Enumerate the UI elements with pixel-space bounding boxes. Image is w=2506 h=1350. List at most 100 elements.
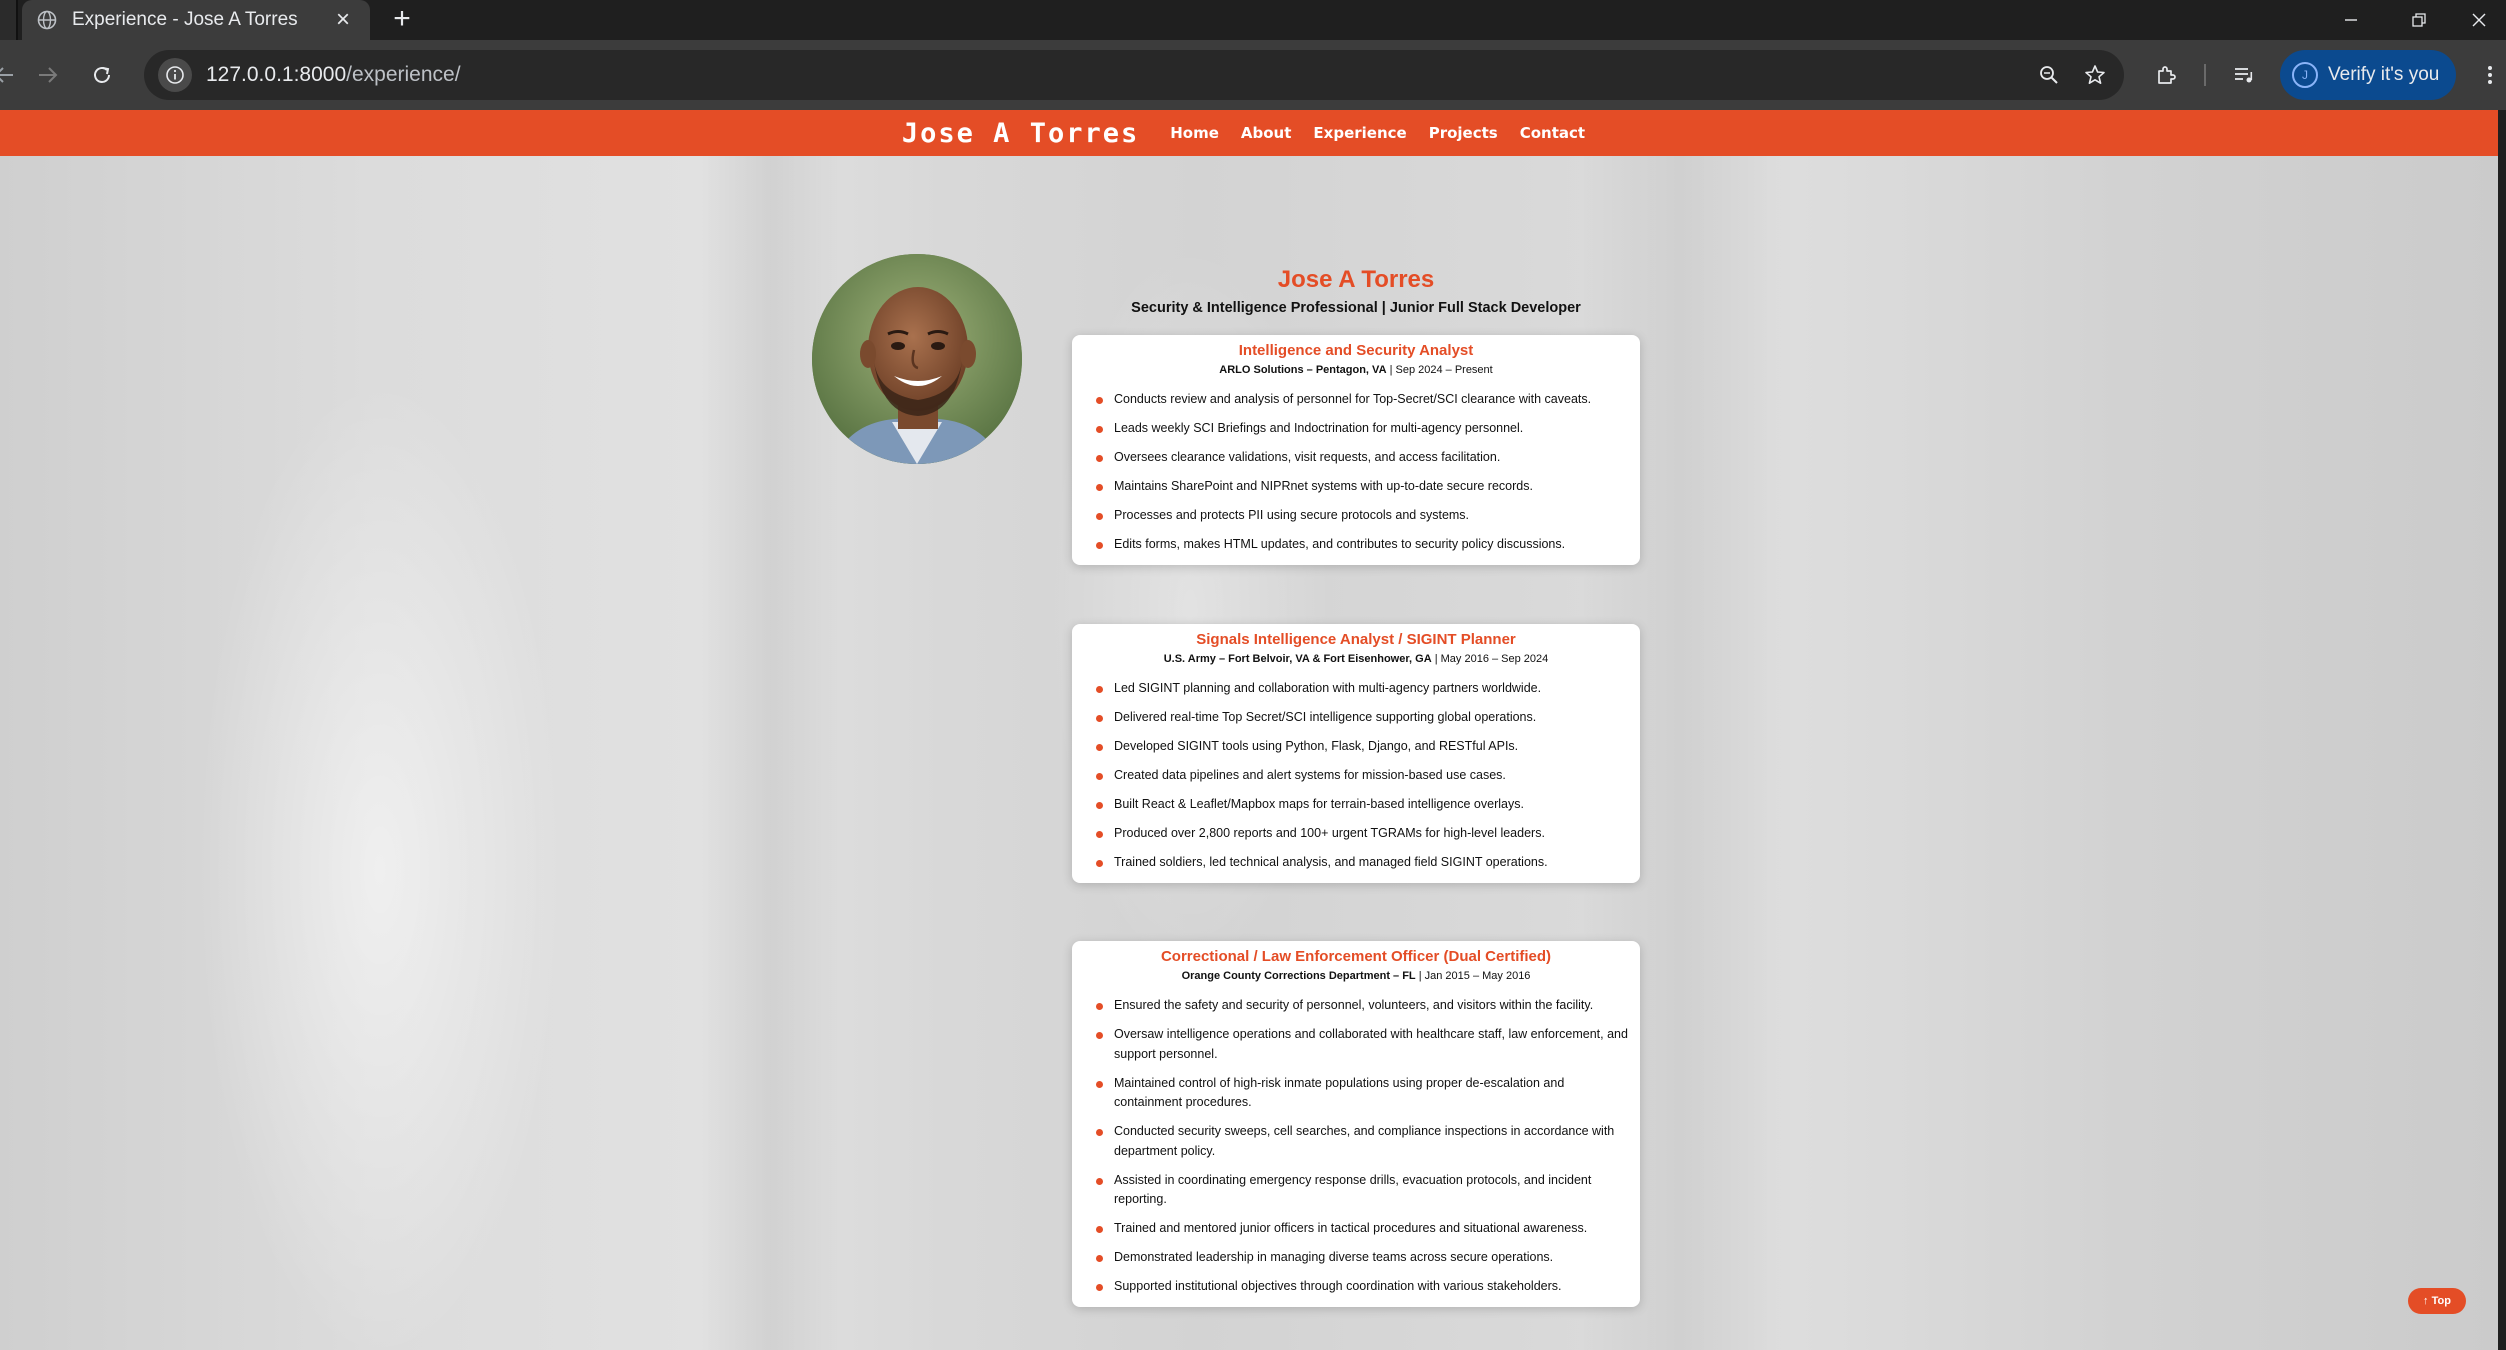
new-tab-icon[interactable]: + (386, 4, 418, 36)
close-tab-icon[interactable]: × (330, 6, 356, 34)
job-duty-text: Built React & Leaflet/Mapbox maps for te… (1114, 797, 1524, 811)
job-duty: Maintains SharePoint and NIPRnet systems… (1080, 477, 1632, 497)
url-text[interactable]: 127.0.0.1:8000/experience/ (206, 63, 2032, 87)
nav-link-home[interactable]: Home (1170, 124, 1219, 142)
back-to-top-button[interactable]: ↑ Top (2408, 1288, 2466, 1314)
site-brand[interactable]: Jose A Torres (902, 118, 1139, 149)
bullet-dot-icon (1096, 1284, 1103, 1291)
job-duty-text: Led SIGINT planning and collaboration wi… (1114, 681, 1542, 695)
close-window-icon[interactable] (2446, 0, 2506, 40)
active-tab[interactable]: Experience - Jose A Torres × (22, 0, 370, 40)
tab-title: Experience - Jose A Torres (72, 9, 298, 30)
job-duty: Ensured the safety and security of perso… (1080, 996, 1632, 1016)
job-duty-text: Conducted security sweeps, cell searches… (1114, 1124, 1615, 1158)
experience-card: Intelligence and Security Analyst ARLO S… (1072, 335, 1640, 565)
minimize-icon[interactable] (2318, 0, 2384, 40)
job-duty-text: Demonstrated leadership in managing dive… (1114, 1250, 1554, 1264)
bullet-dot-icon (1096, 426, 1103, 433)
job-duty-text: Ensured the safety and security of perso… (1114, 998, 1594, 1012)
bookmark-star-icon[interactable] (2078, 58, 2112, 92)
bullet-dot-icon (1096, 1032, 1103, 1039)
job-duty: Conducts review and analysis of personne… (1080, 390, 1632, 410)
job-duty-text: Developed SIGINT tools using Python, Fla… (1114, 739, 1519, 753)
job-duty-text: Trained soldiers, led technical analysis… (1114, 855, 1548, 869)
bullet-dot-icon (1096, 744, 1103, 751)
job-duty: Created data pipelines and alert systems… (1080, 766, 1632, 786)
bullet-dot-icon (1096, 484, 1103, 491)
bullet-dot-icon (1096, 397, 1103, 404)
job-dates: | Jan 2015 – May 2016 (1415, 970, 1531, 982)
job-duty-text: Edits forms, makes HTML updates, and con… (1114, 537, 1566, 551)
job-duty-text: Created data pipelines and alert systems… (1114, 768, 1506, 782)
address-bar[interactable]: 127.0.0.1:8000/experience/ (144, 50, 2124, 100)
more-menu-icon[interactable] (2478, 57, 2502, 93)
toolbar-divider (2204, 64, 2206, 86)
background-shadow (700, 110, 840, 1350)
media-queue-icon[interactable] (2226, 57, 2262, 93)
browser-toolbar: 127.0.0.1:8000/experience/ J Verify it's… (0, 40, 2506, 110)
profile-name: Jose A Torres (1277, 266, 1435, 293)
job-duty: Produced over 2,800 reports and 100+ urg… (1080, 824, 1632, 844)
job-duty-text: Leads weekly SCI Briefings and Indoctrin… (1114, 421, 1524, 435)
extensions-puzzle-icon[interactable] (2148, 57, 2184, 93)
bullet-dot-icon (1096, 1129, 1103, 1136)
job-duty-text: Supported institutional objectives throu… (1114, 1279, 1562, 1293)
job-duty: Edits forms, makes HTML updates, and con… (1080, 535, 1632, 555)
job-duty: Oversees clearance validations, visit re… (1080, 448, 1632, 468)
job-duties-list: Conducts review and analysis of personne… (1080, 390, 1632, 555)
job-dates: | Sep 2024 – Present (1386, 364, 1493, 376)
site-info-icon[interactable] (158, 58, 192, 92)
bullet-dot-icon (1096, 1255, 1103, 1262)
forward-arrow-icon[interactable] (30, 57, 66, 93)
job-organization: ARLO Solutions – Pentagon, VA (1219, 364, 1387, 376)
profile-verify-button[interactable]: J Verify it's you (2280, 50, 2456, 100)
nav-link-about[interactable]: About (1241, 124, 1292, 142)
job-duty: Oversaw intelligence operations and coll… (1080, 1025, 1632, 1064)
bullet-dot-icon (1096, 715, 1103, 722)
bullet-dot-icon (1096, 513, 1103, 520)
page-viewport: Jose A Torres Home About Experience Proj… (0, 110, 2498, 1350)
job-title: Signals Intelligence Analyst / SIGINT Pl… (1196, 631, 1516, 648)
job-duty: Supported institutional objectives throu… (1080, 1277, 1632, 1297)
page-scrollbar[interactable] (2498, 110, 2506, 1350)
previous-tab-edge[interactable] (0, 0, 18, 40)
profile-photo (812, 254, 1022, 464)
job-duty: Delivered real-time Top Secret/SCI intel… (1080, 708, 1632, 728)
nav-link-experience[interactable]: Experience (1313, 124, 1406, 142)
experience-card: Correctional / Law Enforcement Officer (… (1072, 941, 1640, 1307)
restore-icon[interactable] (2386, 0, 2452, 40)
job-duty: Leads weekly SCI Briefings and Indoctrin… (1080, 419, 1632, 439)
site-navbar: Jose A Torres Home About Experience Proj… (0, 110, 2498, 156)
job-duty: Demonstrated leadership in managing dive… (1080, 1248, 1632, 1268)
bullet-dot-icon (1096, 686, 1103, 693)
job-duty-text: Assisted in coordinating emergency respo… (1114, 1172, 1592, 1207)
job-duty-text: Produced over 2,800 reports and 100+ urg… (1114, 826, 1545, 840)
job-duty: Trained and mentored junior officers in … (1080, 1219, 1632, 1239)
back-arrow-icon[interactable] (0, 57, 22, 93)
job-duty-text: Conducts review and analysis of personne… (1114, 392, 1592, 406)
job-duty-text: Trained and mentored junior officers in … (1114, 1221, 1588, 1235)
job-title: Intelligence and Security Analyst (1238, 342, 1474, 359)
job-duty-text: Maintains SharePoint and NIPRnet systems… (1114, 479, 1533, 493)
job-duties-list: Led SIGINT planning and collaboration wi… (1080, 679, 1632, 873)
bullet-dot-icon (1096, 542, 1103, 549)
nav-link-projects[interactable]: Projects (1429, 124, 1498, 142)
url-path: /experience/ (346, 63, 461, 86)
job-duty: Trained soldiers, led technical analysis… (1080, 853, 1632, 873)
job-duty-text: Processes and protects PII using secure … (1114, 508, 1470, 522)
zoom-icon[interactable] (2032, 58, 2066, 92)
job-meta: Orange County Corrections Department – F… (1080, 970, 1632, 982)
job-duty: Conducted security sweeps, cell searches… (1080, 1122, 1632, 1161)
job-duty: Developed SIGINT tools using Python, Fla… (1080, 737, 1632, 757)
job-duty: Built React & Leaflet/Mapbox maps for te… (1080, 795, 1632, 815)
reload-icon[interactable] (84, 57, 120, 93)
nav-link-contact[interactable]: Contact (1520, 124, 1585, 142)
bullet-dot-icon (1096, 831, 1103, 838)
job-meta: ARLO Solutions – Pentagon, VA | Sep 2024… (1080, 364, 1632, 376)
bullet-dot-icon (1096, 773, 1103, 780)
job-dates: | May 2016 – Sep 2024 (1431, 653, 1549, 665)
job-meta: U.S. Army – Fort Belvoir, VA & Fort Eise… (1080, 653, 1632, 665)
bullet-dot-icon (1096, 1080, 1103, 1088)
job-duty: Assisted in coordinating emergency respo… (1080, 1171, 1632, 1210)
job-duties-list: Ensured the safety and security of perso… (1080, 996, 1632, 1297)
